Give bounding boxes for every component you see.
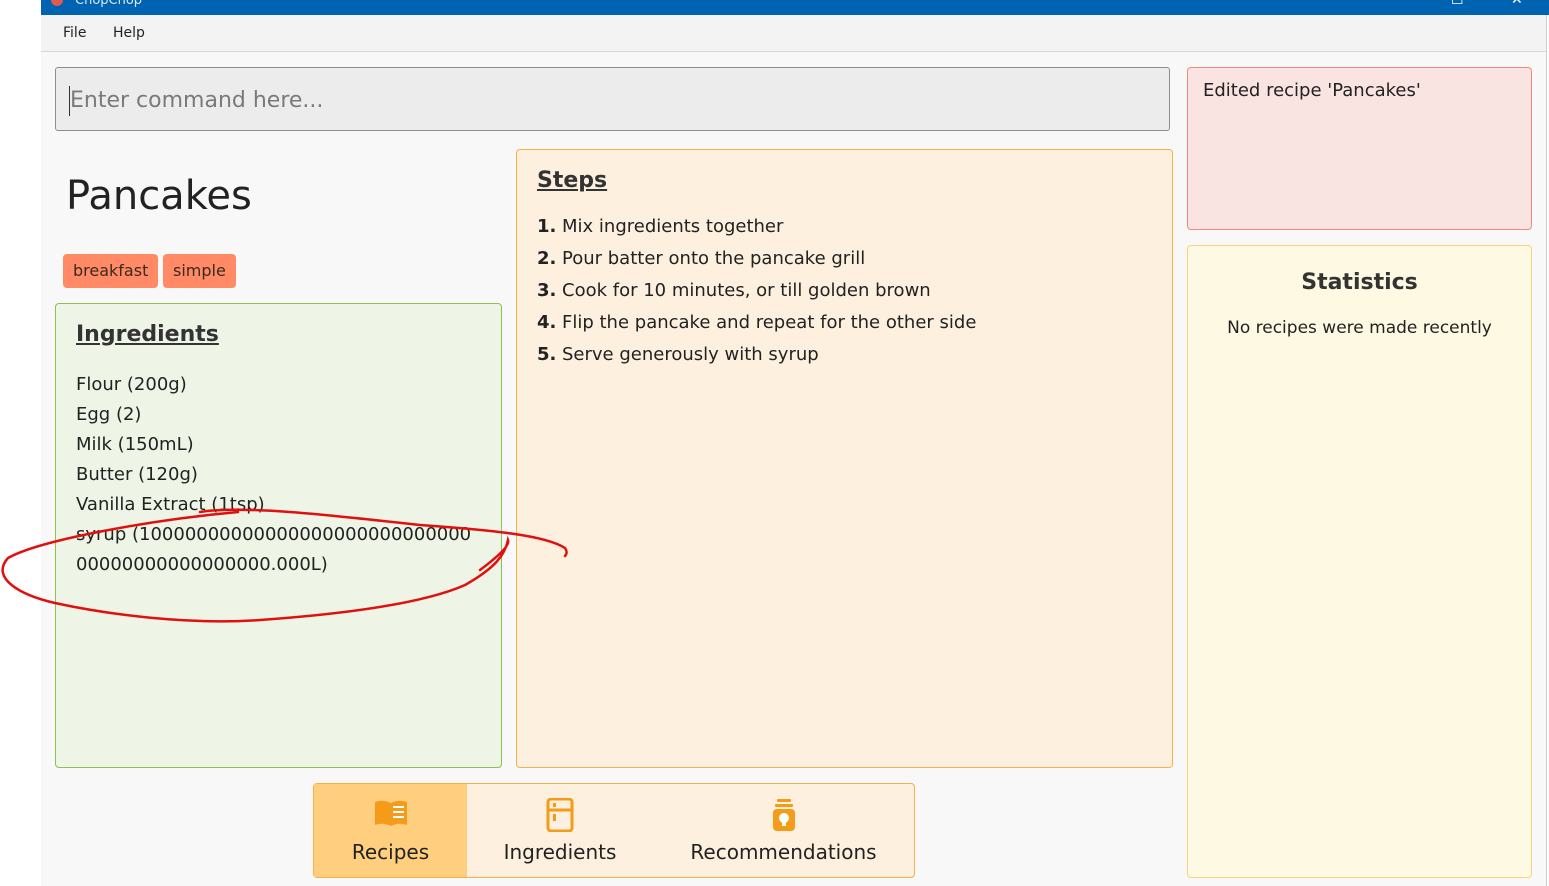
ingredient-item: Milk (150mL) xyxy=(76,434,194,455)
step-text: Mix ingredients together xyxy=(562,216,784,237)
steps-heading: Steps xyxy=(537,168,608,193)
step-text: Pour batter onto the pancake grill xyxy=(562,248,866,269)
window-title: ChopChop xyxy=(75,0,143,8)
tab-ingredients-label: Ingredients xyxy=(503,840,617,864)
step-number: 2. xyxy=(537,248,557,269)
feedback-message: Edited recipe 'Pancakes' xyxy=(1203,80,1421,101)
step-number: 3. xyxy=(537,280,557,301)
ingredient-item: Butter (120g) xyxy=(76,464,198,485)
step-item: 1. Mix ingredients together xyxy=(537,216,783,237)
step-text: Flip the pancake and repeat for the othe… xyxy=(562,312,977,333)
tab-recipes-label: Recipes xyxy=(351,840,430,864)
step-item: 3. Cook for 10 minutes, or till golden br… xyxy=(537,280,931,301)
ingredient-item: syrup (100000000000000000000000000000000… xyxy=(76,524,472,575)
statistics-title: Statistics xyxy=(1301,270,1418,295)
app-logo-icon xyxy=(48,0,66,9)
tag-simple: simple xyxy=(163,254,236,288)
tab-recommendations-label: Recommendations xyxy=(690,840,877,864)
step-item: 2. Pour batter onto the pancake grill xyxy=(537,248,865,269)
close-icon[interactable]: ✕ xyxy=(1511,0,1523,8)
ingredient-list: Flour (200g) Egg (2) Milk (150mL) Butter… xyxy=(76,370,481,580)
tab-recommendations[interactable]: Recommendations xyxy=(653,784,914,877)
recipe-title: Pancakes xyxy=(66,173,252,219)
text-caret xyxy=(69,86,70,116)
feedback-panel: Edited recipe 'Pancakes' xyxy=(1187,67,1532,230)
steps-panel: Steps 1. Mix ingredients together 2. Pour … xyxy=(516,149,1173,768)
menu-file[interactable]: File xyxy=(63,25,86,41)
ingredient-item: Vanilla Extract (1tsp) xyxy=(76,494,265,515)
step-text: Serve generously with syrup xyxy=(562,344,819,365)
step-number: 4. xyxy=(537,312,557,333)
step-number: 5. xyxy=(537,344,557,365)
step-item: 5. Serve generously with syrup xyxy=(537,344,819,365)
maximize-icon[interactable]: ☐ xyxy=(1451,0,1464,8)
command-box[interactable] xyxy=(55,67,1170,131)
tab-ingredients[interactable]: Ingredients xyxy=(467,784,653,877)
command-input[interactable] xyxy=(68,78,1152,122)
tag-breakfast: breakfast xyxy=(63,254,159,288)
statistics-message: No recipes were made recently xyxy=(1227,318,1492,338)
step-number: 1. xyxy=(537,216,557,237)
tab-bar: Recipes Ingredients Recommendations xyxy=(313,783,915,878)
tab-recipes[interactable]: Recipes xyxy=(314,784,467,877)
step-item: 4. Flip the pancake and repeat for the ot… xyxy=(537,312,976,333)
window-edge xyxy=(1546,15,1547,886)
ingredients-panel: Ingredients Flour (200g) Egg (2) Milk (1… xyxy=(55,303,502,768)
book-icon xyxy=(375,800,407,826)
step-text: Cook for 10 minutes, or till golden brow… xyxy=(562,280,931,301)
ingredient-item: Flour (200g) xyxy=(76,374,187,395)
statistics-panel: Statistics No recipes were made recently xyxy=(1187,245,1532,878)
lightbulb-jar-icon xyxy=(773,799,795,831)
ingredients-heading: Ingredients xyxy=(76,322,219,347)
menu-help[interactable]: Help xyxy=(113,25,145,41)
ingredient-item: Egg (2) xyxy=(76,404,142,425)
fridge-icon xyxy=(546,798,574,832)
menu-bar: File Help xyxy=(41,15,1546,52)
title-bar: ChopChop ☐ ✕ xyxy=(41,0,1549,15)
